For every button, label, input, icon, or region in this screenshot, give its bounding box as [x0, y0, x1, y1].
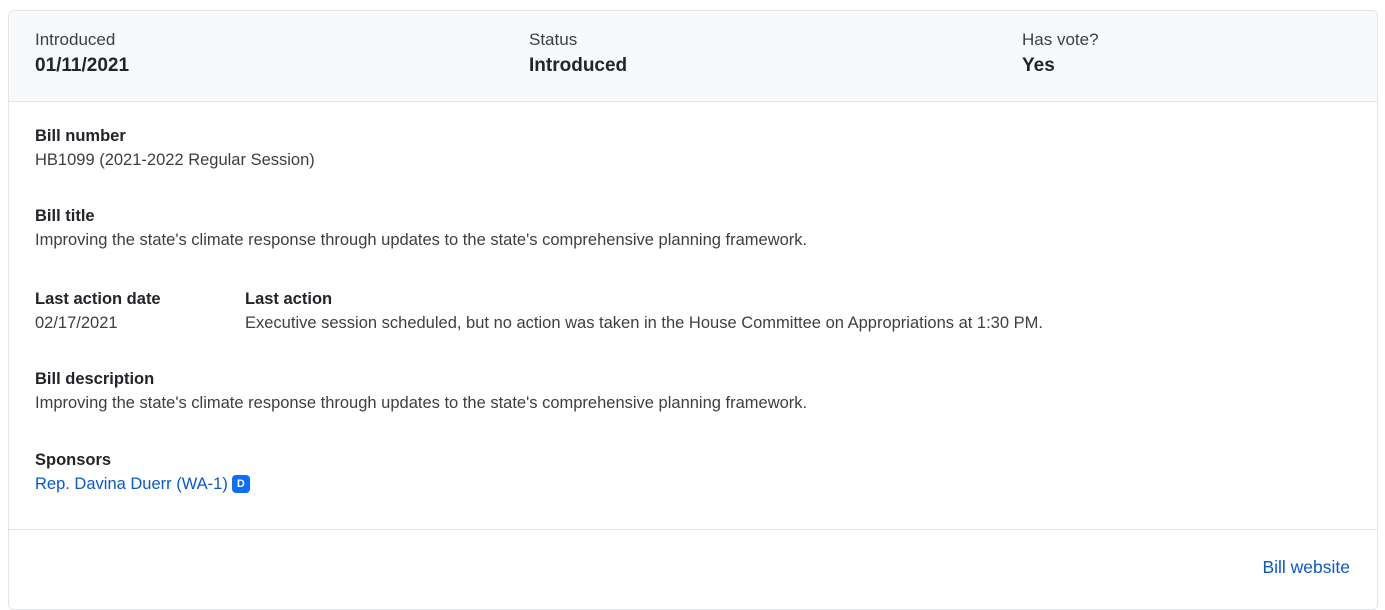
status-column: Status Introduced	[529, 28, 627, 79]
has-vote-column: Has vote? Yes	[1022, 28, 1099, 79]
bill-description-value: Improving the state's climate response t…	[35, 394, 808, 412]
last-action-label: Last action	[245, 290, 333, 308]
introduced-label: Introduced	[35, 30, 116, 49]
bill-number-value: HB1099 (2021-2022 Regular Session)	[35, 151, 315, 169]
bill-number-label: Bill number	[35, 127, 126, 145]
sponsor-item: Rep. Davina Duerr (WA-1) D	[35, 473, 250, 495]
last-action-value: Executive session scheduled, but no acti…	[245, 314, 1043, 332]
bill-description-field: Bill description Improving the state's c…	[35, 368, 807, 414]
bill-title-value: Improving the state's climate response t…	[35, 231, 808, 249]
has-vote-value: Yes	[1022, 55, 1055, 76]
bill-summary-header: Introduced 01/11/2021 Status Introduced …	[9, 11, 1377, 102]
bill-description-label: Bill description	[35, 370, 155, 388]
bill-title-field: Bill title Improving the state's climate…	[35, 205, 807, 251]
sponsors-label: Sponsors	[35, 451, 112, 469]
sponsors-field: Sponsors Rep. Davina Duerr (WA-1) D	[35, 449, 250, 495]
bill-website-link[interactable]: Bill website	[1262, 557, 1350, 578]
bill-details: Bill number HB1099 (2021-2022 Regular Se…	[9, 102, 1377, 529]
last-action-date-field: Last action date 02/17/2021	[35, 288, 161, 334]
status-value: Introduced	[529, 55, 628, 76]
introduced-date: 01/11/2021	[35, 55, 130, 76]
last-action-date-value: 02/17/2021	[35, 314, 118, 332]
last-action-date-label: Last action date	[35, 290, 161, 308]
introduced-column: Introduced 01/11/2021	[35, 28, 129, 79]
status-label: Status	[529, 30, 578, 49]
party-badge: D	[231, 475, 250, 493]
has-vote-label: Has vote?	[1022, 30, 1099, 49]
last-action-field: Last action Executive session scheduled,…	[245, 288, 1043, 334]
bill-card: Introduced 01/11/2021 Status Introduced …	[8, 10, 1378, 610]
sponsor-link[interactable]: Rep. Davina Duerr (WA-1)	[35, 475, 228, 493]
bill-number-field: Bill number HB1099 (2021-2022 Regular Se…	[35, 125, 315, 171]
bill-title-label: Bill title	[35, 207, 95, 225]
